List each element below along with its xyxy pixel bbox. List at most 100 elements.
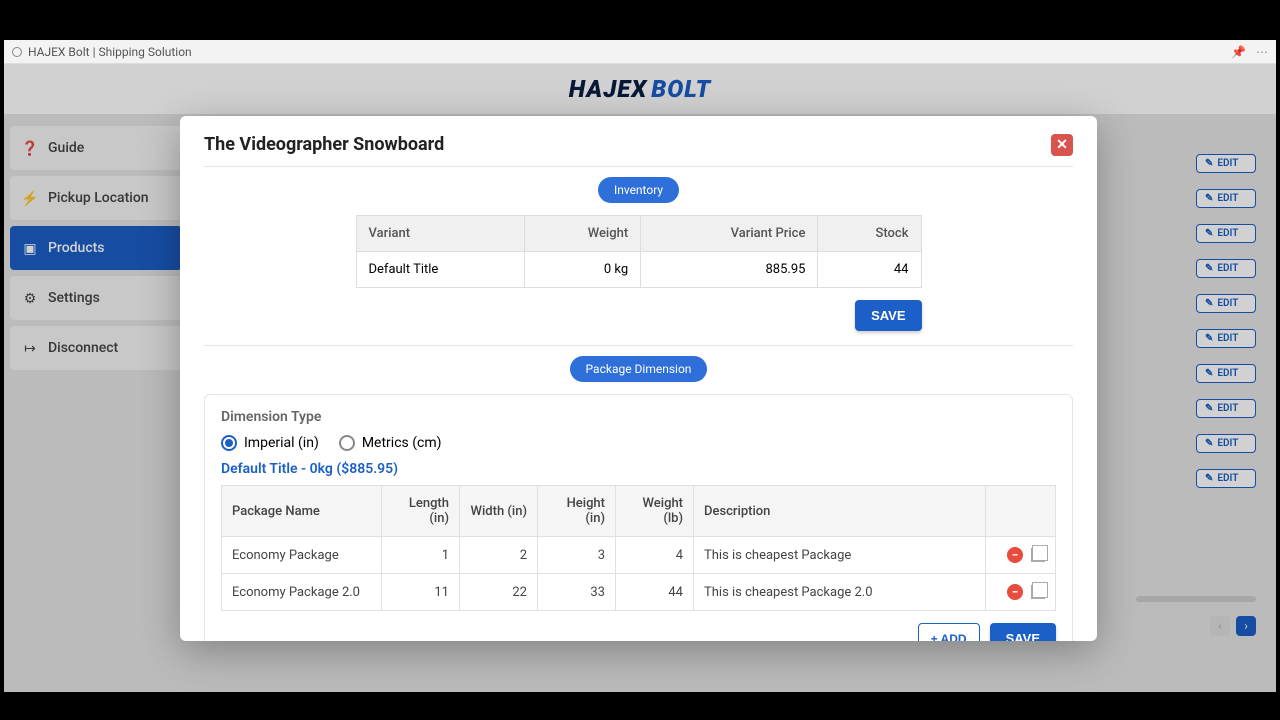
pin-icon[interactable]: 📌 <box>1231 45 1246 59</box>
horizontal-scrollbar[interactable] <box>1136 596 1256 602</box>
edit-button[interactable]: ✎ EDIT <box>1196 294 1256 313</box>
sidebar-item-products[interactable]: ▣ Products <box>10 226 182 270</box>
inv-header-variant: Variant <box>356 216 524 252</box>
pkg-header-height: Height (in) <box>538 486 616 537</box>
radio-icon <box>221 435 237 451</box>
inv-cell-variant: Default Title <box>356 252 524 288</box>
pkg-cell-length[interactable]: 11 <box>382 574 460 611</box>
sidebar-item-label: Products <box>48 240 105 256</box>
inv-cell-weight[interactable]: 0 kg <box>524 252 640 288</box>
pkg-cell-actions: − <box>986 537 1056 574</box>
pkg-header-actions <box>986 486 1056 537</box>
pkg-cell-length[interactable]: 1 <box>382 537 460 574</box>
sidebar-item-pickup-location[interactable]: ⚡ Pickup Location <box>10 176 182 220</box>
edit-label: EDIT <box>1217 438 1238 449</box>
save-inventory-button[interactable]: SAVE <box>855 300 921 331</box>
copy-icon[interactable] <box>1031 548 1045 562</box>
sidebar: ❓ Guide ⚡ Pickup Location ▣ Products ⚙ S… <box>4 114 182 692</box>
sidebar-item-label: Guide <box>48 140 84 156</box>
inv-header-stock: Stock <box>818 216 921 252</box>
divider <box>204 166 1073 167</box>
edit-label: EDIT <box>1217 158 1238 169</box>
app-favicon-icon <box>12 47 22 57</box>
edit-button[interactable]: ✎EDIT <box>1196 364 1256 383</box>
edit-button[interactable]: ✎EDIT <box>1196 434 1256 453</box>
sidebar-item-guide[interactable]: ❓ Guide <box>10 126 182 170</box>
pencil-icon: ✎ <box>1205 403 1213 414</box>
pkg-header-weight: Weight (lb) <box>616 486 694 537</box>
logout-icon: ↦ <box>22 340 38 356</box>
copy-icon[interactable] <box>1031 585 1045 599</box>
edit-label: EDIT <box>1217 193 1238 204</box>
pkg-cell-name[interactable]: Economy Package 2.0 <box>222 574 382 611</box>
package-row: Economy Package1234This is cheapest Pack… <box>222 537 1056 574</box>
sidebar-item-label: Disconnect <box>48 340 118 356</box>
dimension-type-label: Dimension Type <box>221 409 1056 425</box>
radio-icon <box>339 435 355 451</box>
package-table: Package Name Length (in) Width (in) Heig… <box>221 485 1056 611</box>
pencil-icon: ✎ <box>1205 333 1213 344</box>
package-row: Economy Package 2.011223344This is cheap… <box>222 574 1056 611</box>
inventory-table: Variant Weight Variant Price Stock Defau… <box>356 215 922 288</box>
pager-next-button[interactable]: › <box>1236 616 1256 636</box>
pkg-cell-width[interactable]: 2 <box>460 537 538 574</box>
logo-right: BOLT <box>651 75 711 103</box>
modal-title: The Videographer Snowboard <box>204 134 444 155</box>
radio-label: Imperial (in) <box>244 435 319 451</box>
pkg-cell-actions: − <box>986 574 1056 611</box>
edit-label: EDIT <box>1217 228 1238 239</box>
delete-icon[interactable]: − <box>1007 584 1023 600</box>
sidebar-item-disconnect[interactable]: ↦ Disconnect <box>10 326 182 370</box>
pencil-icon: ✎ <box>1205 228 1213 239</box>
pager-prev-button[interactable]: ‹ <box>1210 616 1230 636</box>
logo-left: HAJEX <box>569 75 647 103</box>
pkg-cell-desc[interactable]: This is cheapest Package 2.0 <box>694 574 986 611</box>
pkg-cell-weight[interactable]: 4 <box>616 537 694 574</box>
pkg-cell-height[interactable]: 33 <box>538 574 616 611</box>
help-icon: ❓ <box>22 140 38 156</box>
edit-button[interactable]: ✎EDIT <box>1196 469 1256 488</box>
edit-button[interactable]: ✎ EDIT <box>1196 189 1256 208</box>
package-dimension-pill: Package Dimension <box>570 356 708 382</box>
pencil-icon: ✎ <box>1205 298 1213 309</box>
pkg-cell-weight[interactable]: 44 <box>616 574 694 611</box>
sidebar-item-settings[interactable]: ⚙ Settings <box>10 276 182 320</box>
pkg-header-length: Length (in) <box>382 486 460 537</box>
edit-button[interactable]: ✎EDIT <box>1196 329 1256 348</box>
pencil-icon: ✎ <box>1205 158 1213 169</box>
edit-button[interactable]: ✎ EDIT <box>1196 224 1256 243</box>
browser-bar: HAJEX Bolt | Shipping Solution 📌 ⋯ <box>4 40 1276 64</box>
pencil-icon: ✎ <box>1205 193 1213 204</box>
delete-icon[interactable]: − <box>1007 547 1023 563</box>
edit-label: EDIT <box>1217 298 1238 309</box>
pkg-cell-width[interactable]: 22 <box>460 574 538 611</box>
pkg-header-name: Package Name <box>222 486 382 537</box>
radio-imperial[interactable]: Imperial (in) <box>221 435 319 451</box>
add-package-button[interactable]: + ADD <box>918 623 980 641</box>
sidebar-item-label: Pickup Location <box>48 190 149 206</box>
edit-button[interactable]: ✎EDIT <box>1196 259 1256 278</box>
edit-label: EDIT <box>1217 263 1238 274</box>
edit-button[interactable]: ✎ EDIT <box>1196 154 1256 173</box>
background-edit-column: ✎EDIT✎EDIT✎EDIT✎EDIT✎EDIT✎EDIT✎EDIT✎EDIT… <box>1196 154 1256 504</box>
product-modal: The Videographer Snowboard ✕ Inventory V… <box>180 116 1097 641</box>
inv-cell-price[interactable]: 885.95 <box>641 252 818 288</box>
pkg-cell-height[interactable]: 3 <box>538 537 616 574</box>
pkg-cell-name[interactable]: Economy Package <box>222 537 382 574</box>
edit-label: EDIT <box>1217 473 1238 484</box>
save-packages-button[interactable]: SAVE <box>990 623 1056 641</box>
variant-link[interactable]: Default Title - 0kg ($885.95) <box>221 461 1056 477</box>
more-icon[interactable]: ⋯ <box>1256 45 1268 59</box>
pkg-cell-desc[interactable]: This is cheapest Package <box>694 537 986 574</box>
pencil-icon: ✎ <box>1205 368 1213 379</box>
browser-title: HAJEX Bolt | Shipping Solution <box>28 45 192 59</box>
pkg-header-desc: Description <box>694 486 986 537</box>
radio-metrics[interactable]: Metrics (cm) <box>339 435 442 451</box>
inv-header-price: Variant Price <box>641 216 818 252</box>
edit-button[interactable]: ✎EDIT <box>1196 399 1256 418</box>
box-icon: ▣ <box>22 240 38 256</box>
inv-cell-stock[interactable]: 44 <box>818 252 921 288</box>
close-button[interactable]: ✕ <box>1051 134 1073 156</box>
divider <box>204 345 1073 346</box>
gear-icon: ⚙ <box>22 290 38 306</box>
